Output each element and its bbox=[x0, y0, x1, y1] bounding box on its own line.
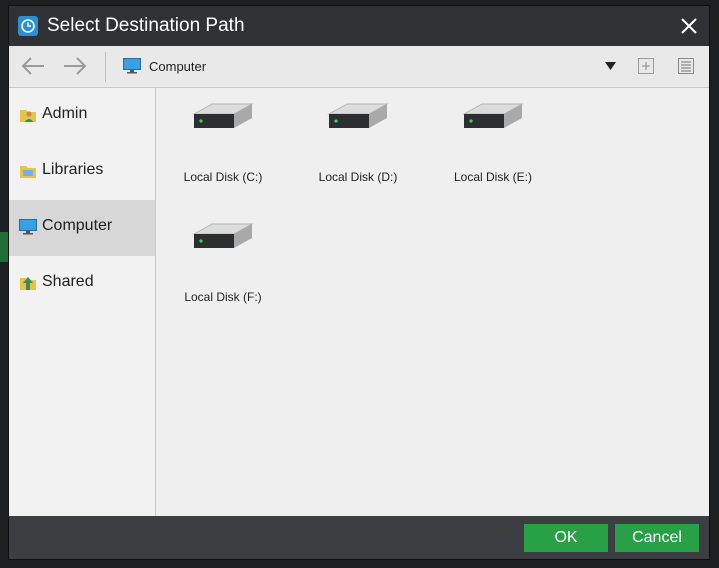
backup-clock-icon bbox=[18, 16, 38, 36]
view-mode-button[interactable] bbox=[676, 56, 696, 76]
current-path: Computer bbox=[149, 59, 207, 74]
close-button[interactable] bbox=[675, 12, 703, 40]
arrow-right-icon bbox=[64, 57, 87, 75]
drive-c[interactable]: Local Disk (C:) bbox=[168, 94, 278, 194]
drive-label: Local Disk (F:) bbox=[184, 290, 262, 304]
user-folder-icon bbox=[20, 110, 36, 122]
sidebar-item-label: Admin bbox=[42, 105, 88, 122]
arrow-left-icon bbox=[21, 57, 44, 75]
dialog-footer: OK Cancel bbox=[9, 516, 709, 559]
sidebar-item-admin[interactable]: Admin bbox=[9, 88, 155, 144]
dialog-title: Select Destination Path bbox=[47, 15, 245, 36]
triangle-down-icon[interactable] bbox=[605, 62, 616, 70]
sidebar-item-label: Libraries bbox=[42, 161, 104, 178]
hard-drive-icon bbox=[462, 103, 524, 128]
title-bar: Select Destination Path bbox=[9, 6, 709, 46]
hard-drive-icon bbox=[192, 103, 254, 128]
navigation-toolbar: Computer bbox=[9, 46, 709, 88]
drive-label: Local Disk (C:) bbox=[183, 170, 263, 184]
new-folder-button[interactable] bbox=[636, 56, 656, 76]
plus-square-icon bbox=[638, 58, 654, 74]
back-button[interactable] bbox=[20, 54, 46, 78]
sidebar-item-label: Computer bbox=[42, 217, 113, 234]
libraries-folder-icon bbox=[20, 166, 36, 178]
drive-label: Local Disk (D:) bbox=[318, 170, 398, 184]
sidebar-item-computer[interactable]: Computer bbox=[9, 200, 155, 256]
sidebar: Admin Libraries Computer Shared bbox=[9, 88, 156, 516]
drive-label: Local Disk (E:) bbox=[453, 170, 533, 184]
hard-drive-icon bbox=[192, 223, 254, 248]
ok-button[interactable]: OK bbox=[524, 524, 608, 552]
forward-button[interactable] bbox=[62, 54, 88, 78]
path-selector[interactable]: Computer bbox=[121, 46, 626, 87]
drive-list: Local Disk (C:) Local Disk (D:) Local Di… bbox=[156, 88, 709, 516]
drive-e[interactable]: Local Disk (E:) bbox=[438, 94, 548, 194]
cancel-button[interactable]: Cancel bbox=[615, 524, 699, 552]
select-destination-dialog: Select Destination Path Computer Admin L… bbox=[9, 6, 709, 559]
close-icon bbox=[681, 18, 697, 34]
background-app-accent bbox=[0, 232, 9, 262]
sidebar-item-label: Shared bbox=[42, 273, 94, 290]
drive-f[interactable]: Local Disk (F:) bbox=[168, 214, 278, 314]
hard-drive-icon bbox=[327, 103, 389, 128]
toolbar-divider bbox=[105, 52, 106, 82]
shared-folder-icon bbox=[20, 277, 36, 290]
list-view-icon bbox=[678, 58, 694, 74]
sidebar-item-libraries[interactable]: Libraries bbox=[9, 144, 155, 200]
drive-d[interactable]: Local Disk (D:) bbox=[303, 94, 413, 194]
monitor-icon bbox=[123, 58, 141, 74]
monitor-icon bbox=[19, 219, 37, 235]
sidebar-item-shared[interactable]: Shared bbox=[9, 256, 155, 312]
